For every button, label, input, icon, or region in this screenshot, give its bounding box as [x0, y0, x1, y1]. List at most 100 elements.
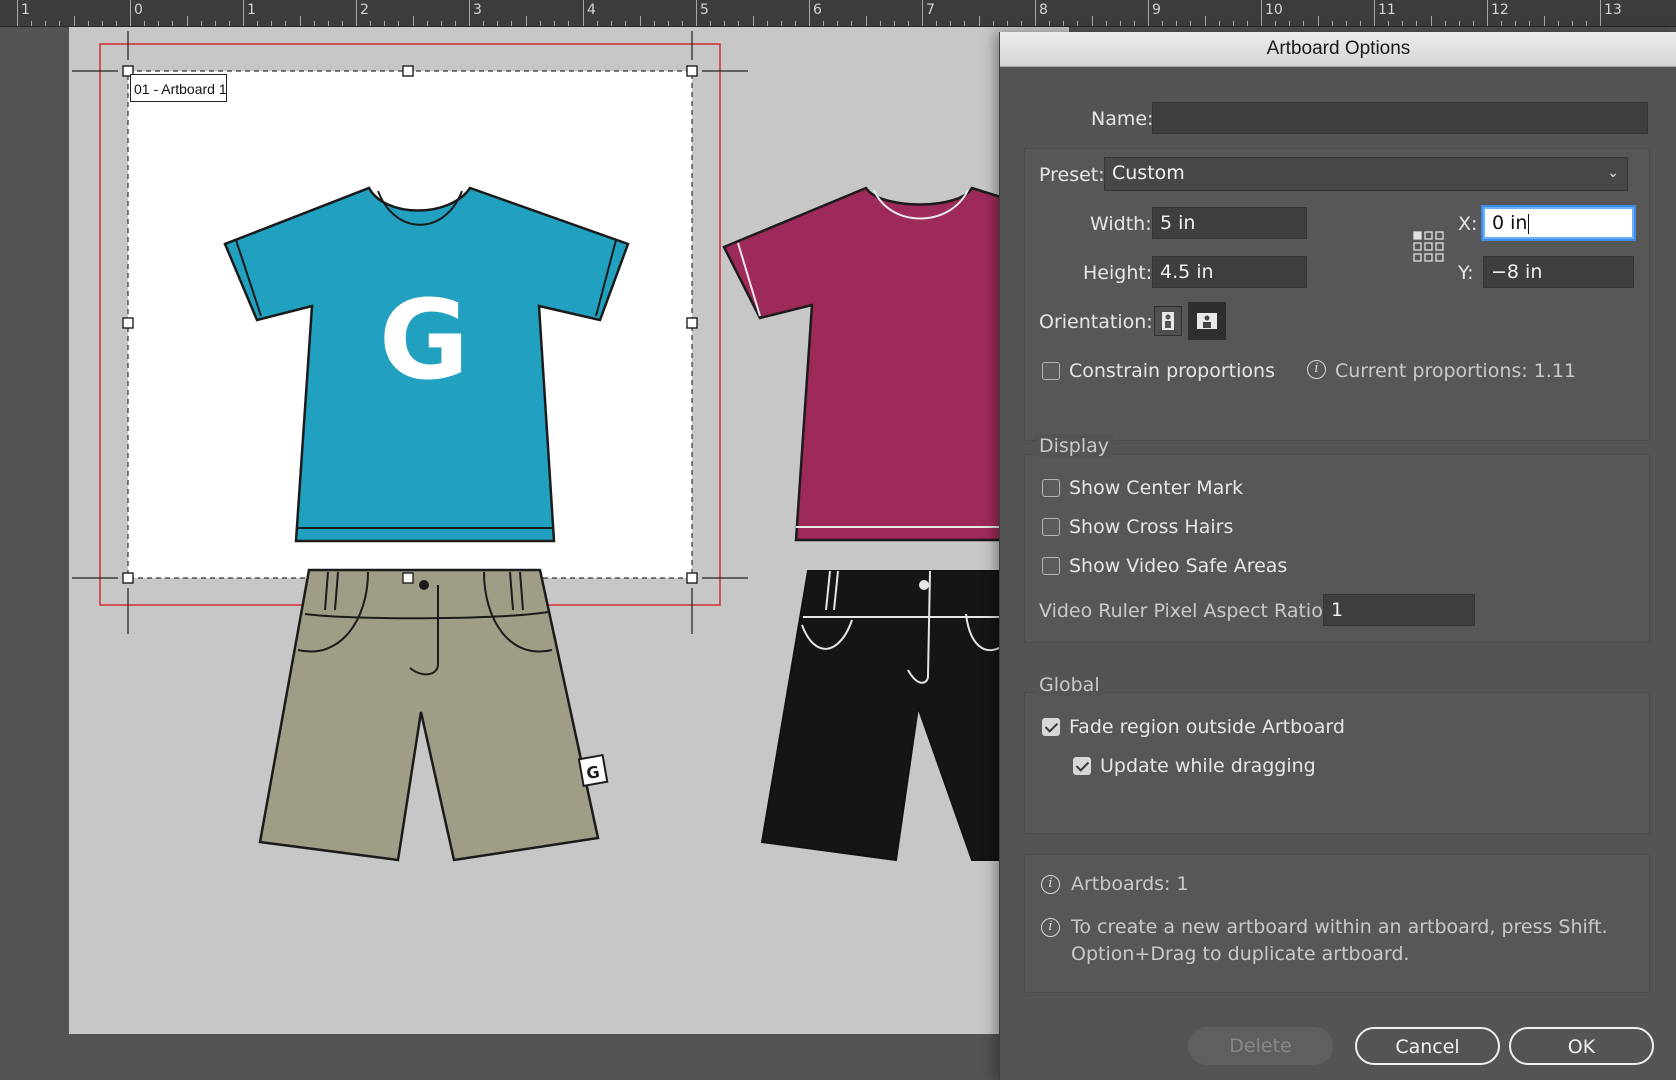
ruler-minor-tick [59, 21, 60, 26]
ruler-minor-tick [271, 21, 272, 26]
video-ruler-input[interactable]: 1 [1323, 594, 1475, 626]
ruler-minor-tick [1586, 21, 1587, 26]
ruler-minor-tick [1205, 16, 1206, 26]
ruler-label: 8 [1039, 2, 1048, 18]
artboards-count-text: Artboards: 1 [1071, 873, 1189, 895]
constrain-proportions-checkbox[interactable] [1042, 362, 1060, 380]
x-value: 0 in [1492, 212, 1528, 234]
ruler-minor-tick [1501, 21, 1502, 26]
ruler-minor-tick [314, 21, 315, 26]
portrait-orientation-button[interactable] [1154, 306, 1182, 336]
preset-dropdown[interactable]: Custom ⌄ [1104, 157, 1628, 191]
width-input[interactable]: 5 in [1152, 207, 1307, 239]
reference-point-icon[interactable] [1413, 231, 1445, 263]
ruler-minor-tick [738, 21, 739, 26]
ok-button[interactable]: OK [1509, 1027, 1654, 1065]
ruler-minor-tick [682, 21, 683, 26]
info-icon: i [1307, 360, 1326, 379]
ruler-minor-tick [1544, 16, 1545, 26]
ruler-minor-tick [1219, 21, 1220, 26]
ruler-minor-tick [1049, 21, 1050, 26]
ruler-minor-tick [1402, 21, 1403, 26]
cancel-button[interactable]: Cancel [1355, 1027, 1500, 1065]
ruler-major-tick [1261, 0, 1262, 26]
ruler-minor-tick [894, 21, 895, 26]
show-video-safe-areas-checkbox[interactable] [1042, 557, 1060, 575]
tip-line-1: To create a new artboard within an artbo… [1071, 916, 1608, 938]
update-while-dragging-label[interactable]: Update while dragging [1100, 754, 1316, 778]
fade-region-label[interactable]: Fade region outside Artboard [1069, 715, 1345, 739]
x-label: X: [1458, 213, 1478, 235]
ruler-minor-tick [1275, 21, 1276, 26]
ruler-label: 12 [1491, 2, 1509, 18]
ruler-minor-tick [554, 21, 555, 26]
show-center-mark-label[interactable]: Show Center Mark [1069, 476, 1243, 500]
ruler-major-tick [1487, 0, 1488, 26]
global-heading: Global [1035, 673, 1104, 697]
ruler-minor-tick [483, 21, 484, 26]
ruler-major-tick [1374, 0, 1375, 26]
ruler-minor-tick [781, 21, 782, 26]
ruler-label: 10 [1265, 2, 1283, 18]
ruler-minor-tick [795, 21, 796, 26]
ruler-major-tick [809, 0, 810, 26]
dialog-title: Artboard Options [1266, 38, 1411, 59]
ruler-label: 1 [247, 2, 256, 18]
ruler-label: 7 [926, 2, 935, 18]
show-center-mark-checkbox[interactable] [1042, 479, 1060, 497]
y-input[interactable]: −8 in [1483, 256, 1634, 288]
landscape-orientation-button[interactable] [1188, 302, 1226, 340]
ruler-minor-tick [668, 21, 669, 26]
show-video-safe-areas-label[interactable]: Show Video Safe Areas [1069, 554, 1287, 578]
ruler-minor-tick [427, 21, 428, 26]
ruler-minor-tick [1473, 21, 1474, 26]
y-label: Y: [1458, 262, 1474, 284]
ruler-minor-tick [1346, 21, 1347, 26]
delete-button[interactable]: Delete [1188, 1027, 1333, 1065]
ruler-minor-tick [74, 16, 75, 26]
ruler-minor-tick [1459, 21, 1460, 26]
ruler-minor-tick [1162, 21, 1163, 26]
ruler-minor-tick [851, 21, 852, 26]
width-label: Width: [1090, 213, 1152, 235]
ruler-minor-tick [1416, 21, 1417, 26]
ruler-minor-tick [45, 21, 46, 26]
ruler-minor-tick [116, 21, 117, 26]
ruler-minor-tick [1332, 21, 1333, 26]
shirt-logo-letter: G [379, 276, 469, 404]
ruler-label: 0 [134, 2, 143, 18]
ruler-minor-tick [1063, 21, 1064, 26]
ruler-minor-tick [1092, 16, 1093, 26]
ruler-minor-tick [511, 21, 512, 26]
height-label: Height: [1083, 262, 1153, 284]
ruler-minor-tick [597, 21, 598, 26]
chevron-down-icon: ⌄ [1607, 165, 1619, 181]
ruler-minor-tick [497, 21, 498, 26]
ruler-minor-tick [979, 16, 980, 26]
show-cross-hairs-checkbox[interactable] [1042, 518, 1060, 536]
constrain-proportions-label[interactable]: Constrain proportions [1069, 359, 1275, 383]
name-input[interactable] [1152, 102, 1648, 134]
display-heading: Display [1035, 434, 1114, 458]
dialog-titlebar[interactable]: Artboard Options [1000, 32, 1676, 67]
ruler-minor-tick [1445, 21, 1446, 26]
height-input[interactable]: 4.5 in [1152, 256, 1307, 288]
fade-region-checkbox[interactable] [1042, 718, 1060, 736]
ruler-minor-tick [724, 21, 725, 26]
ruler-minor-tick [384, 21, 385, 26]
horizontal-ruler[interactable]: 1 0 1 2 3 4 5 6 7 8 9 10 11 12 13 [0, 0, 1676, 27]
ruler-major-tick [922, 0, 923, 26]
artboard-name-label[interactable]: 01 - Artboard 1 [130, 74, 227, 102]
ruler-minor-tick [342, 21, 343, 26]
ruler-minor-tick [625, 21, 626, 26]
portrait-icon [1162, 312, 1174, 330]
ruler-minor-tick [1558, 21, 1559, 26]
update-while-dragging-checkbox[interactable] [1073, 757, 1091, 775]
ruler-minor-tick [201, 21, 202, 26]
x-input[interactable]: 0 in [1483, 207, 1634, 239]
ruler-label: 9 [1152, 2, 1161, 18]
show-cross-hairs-label[interactable]: Show Cross Hairs [1069, 515, 1233, 539]
ruler-minor-tick [229, 21, 230, 26]
ruler-minor-tick [950, 21, 951, 26]
ruler-minor-tick [1318, 16, 1319, 26]
